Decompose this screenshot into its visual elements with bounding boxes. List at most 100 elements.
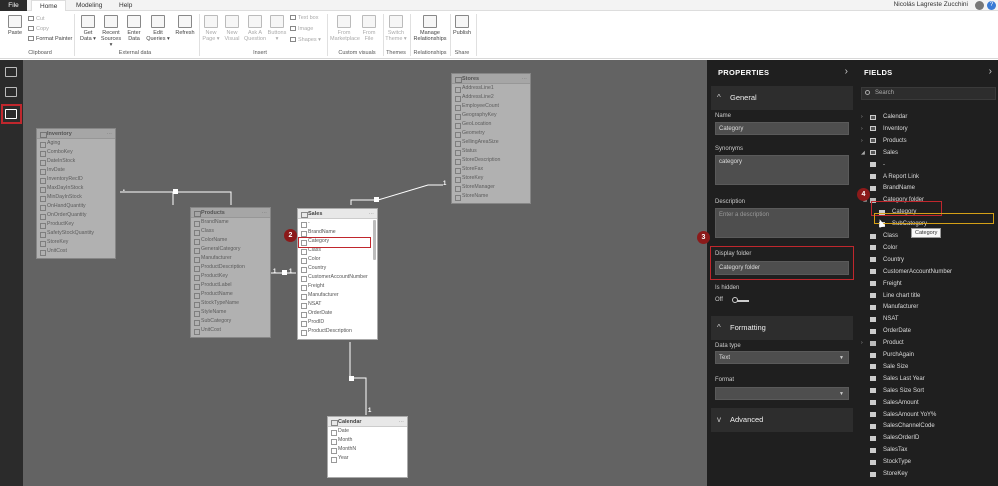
table-field[interactable]: OnOrderQuantity (37, 211, 115, 220)
table-field[interactable]: StoreKey (452, 174, 530, 183)
format-select[interactable]: ▼ (715, 387, 849, 400)
model-canvas[interactable]: • 1 1 1 1 Inventory ··· Aging ComboKey Date… (23, 60, 707, 486)
field-item-salesamount[interactable]: SalesAmount (857, 397, 998, 409)
table-field[interactable]: Class (191, 227, 270, 236)
table-field[interactable]: ProductLabel (191, 281, 270, 290)
table-field[interactable]: SellingAreaSize (452, 138, 530, 147)
table-field[interactable]: StoreKey (37, 238, 115, 247)
table-field[interactable]: SafetyStockQuantity (37, 229, 115, 238)
from-file-button[interactable]: From File (360, 15, 378, 42)
table-field[interactable]: StoreManager (452, 183, 530, 192)
table-field[interactable]: StoreFax (452, 165, 530, 174)
table-field[interactable]: StockTypeName (191, 299, 270, 308)
text-box-button[interactable]: Text box (290, 15, 318, 22)
table-field[interactable]: ProductName (191, 290, 270, 299)
format-painter-button[interactable]: Format Painter (28, 36, 72, 43)
table-field[interactable]: BrandName (191, 218, 270, 227)
field-item-stocktype[interactable]: StockType (857, 456, 998, 468)
table-field[interactable]: GeoLocation (452, 120, 530, 129)
field-item-a-report-link[interactable]: A Report Link (857, 171, 998, 183)
table-field[interactable]: StyleName (191, 308, 270, 317)
expand-right-icon[interactable]: › (861, 135, 863, 147)
table-field[interactable]: NSAT (298, 300, 377, 309)
table-field[interactable]: EmployeeCount (452, 102, 530, 111)
table-field[interactable]: ProductKey (191, 272, 270, 281)
table-field[interactable]: StoreDescription (452, 156, 530, 165)
user-avatar-icon[interactable] (975, 1, 984, 10)
table-field[interactable]: ComboKey (37, 148, 115, 157)
tab-home[interactable]: Home (31, 0, 67, 11)
field-item-sales-size-sort[interactable]: Sales Size Sort (857, 385, 998, 397)
cut-button[interactable]: Cut (28, 16, 45, 23)
collapse-chevron-icon[interactable]: › (845, 66, 848, 77)
table-field[interactable]: Date (328, 427, 407, 436)
manage-relationships-button[interactable]: Manage Relationships (412, 15, 448, 42)
enter-data-button[interactable]: Enter Data (125, 15, 143, 42)
table-field[interactable]: ColorName (191, 236, 270, 245)
table-field[interactable]: Manufacturer (191, 254, 270, 263)
table-field[interactable]: UnitCost (37, 247, 115, 256)
field-item-manufacturer[interactable]: Manufacturer (857, 301, 998, 313)
table-field[interactable]: Country (298, 264, 377, 273)
field-item-sales-last-year[interactable]: Sales Last Year (857, 373, 998, 385)
switch-theme-button[interactable]: Switch Theme ▾ (385, 15, 407, 42)
table-field[interactable]: CustomerAccountNumber (298, 273, 377, 282)
table-field[interactable]: OrderDate (298, 309, 377, 318)
table-field[interactable]: SubCategory (191, 317, 270, 326)
fields-search-input[interactable]: Search (861, 87, 996, 100)
field-item-salesorderid[interactable]: SalesOrderID (857, 432, 998, 444)
table-field[interactable]: OnHandQuantity (37, 202, 115, 211)
buttons-button[interactable]: Buttons ▾ (267, 15, 287, 42)
general-section-header[interactable]: ^ General (711, 86, 853, 110)
name-field[interactable]: Category (715, 122, 849, 135)
tab-help[interactable]: Help (111, 0, 140, 11)
table-field[interactable]: Status (452, 147, 530, 156)
rel-marker[interactable] (374, 197, 379, 202)
table-field[interactable]: ProdID (298, 318, 377, 327)
table-card-sales[interactable]: Sales ··· - BrandName Category Class Color Cou… (297, 208, 378, 340)
field-item-country[interactable]: Country (857, 254, 998, 266)
field-item-saleschannelcode[interactable]: SalesChannelCode (857, 420, 998, 432)
table-field[interactable]: GeneralCategory (191, 245, 270, 254)
model-view-highlight[interactable] (1, 104, 22, 124)
refresh-button[interactable]: Refresh (174, 15, 196, 36)
table-field[interactable]: ProductKey (37, 220, 115, 229)
table-field[interactable]: ProductDescription (191, 263, 270, 272)
table-field[interactable]: Freight (298, 282, 377, 291)
table-field[interactable]: ProductDescription (298, 327, 377, 336)
expand-down-icon[interactable]: ◢ (861, 147, 865, 159)
field-item-[interactable]: - (857, 159, 998, 171)
field-item-products[interactable]: › Products (857, 135, 998, 147)
table-field[interactable]: DateInStock (37, 157, 115, 166)
recent-sources-button[interactable]: Recent Sources ▾ (99, 15, 123, 48)
field-item-freight[interactable]: Freight (857, 278, 998, 290)
field-item-line-chart-title[interactable]: Line chart title (857, 290, 998, 302)
edit-queries-button[interactable]: Edit Queries ▾ (146, 15, 170, 42)
image-button[interactable]: Image (290, 26, 313, 33)
field-item-product[interactable]: › Product (857, 337, 998, 349)
report-view-icon[interactable] (5, 67, 17, 77)
expand-right-icon[interactable]: › (861, 123, 863, 135)
new-page-button[interactable]: New Page ▾ (202, 15, 220, 42)
field-item-color[interactable]: Color (857, 242, 998, 254)
table-card-stores[interactable]: Stores ··· AddressLine1 AddressLine2 Employ… (451, 73, 531, 204)
copy-button[interactable]: Copy (28, 26, 49, 33)
table-field[interactable]: Aging (37, 139, 115, 148)
field-item-storekey[interactable]: StoreKey (857, 468, 998, 480)
field-item-salestax[interactable]: SalesTax (857, 444, 998, 456)
help-icon[interactable]: ? (987, 1, 996, 10)
expand-right-icon[interactable]: › (861, 337, 863, 349)
table-field[interactable]: UnitCost (191, 326, 270, 335)
collapse-chevron-icon[interactable]: › (989, 66, 992, 77)
table-field[interactable]: MonthN (328, 445, 407, 454)
field-item-calendar[interactable]: › Calendar (857, 111, 998, 123)
field-item-salesamount-yoy[interactable]: SalesAmount YoY% (857, 409, 998, 421)
formatting-section-header[interactable]: ^ Formatting (711, 316, 853, 340)
field-item-orderdate[interactable]: OrderDate (857, 325, 998, 337)
ask-question-button[interactable]: Ask A Question (243, 15, 267, 42)
table-field[interactable]: BrandName (298, 228, 377, 237)
shapes-button[interactable]: Shapes ▾ (290, 37, 321, 44)
table-card-products[interactable]: Products ··· BrandName Class ColorName Gener… (190, 207, 271, 338)
table-field[interactable]: Year (328, 454, 407, 463)
field-item-brandname[interactable]: BrandName (857, 182, 998, 194)
